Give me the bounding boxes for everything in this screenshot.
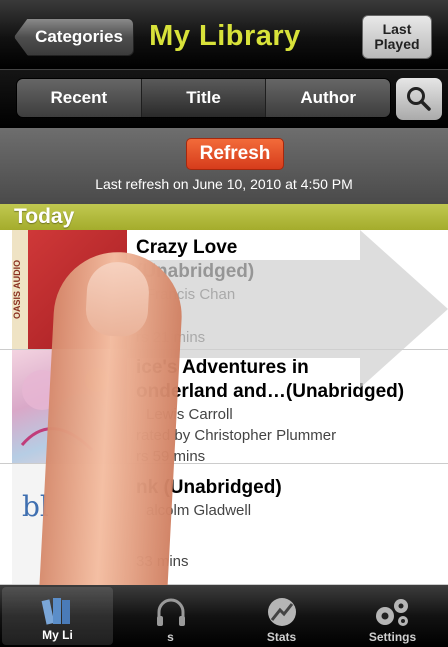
last-refresh-status: Last refresh on June 10, 2010 at 4:50 PM [95,176,353,192]
search-icon [407,87,431,111]
book-info: Crazy Love (Unabridged) Francis Chan rs … [136,236,446,348]
books-icon [41,598,70,625]
navigation-bar: Categories My Library Last Played [0,0,448,70]
segment-recent[interactable]: Recent [17,79,142,117]
cover-title-text: bl [22,490,49,523]
book-title-line2: (Unabridged) [136,261,255,282]
book-info: ice's Adventures in onderland and…(Unabr… [136,356,446,467]
headphones-icon [156,598,185,626]
list-item[interactable]: bl nk (Unabridged) alcolm Gladwell 33 mi… [0,464,448,585]
list-item[interactable]: ice's Adventures in onderland and…(Unabr… [0,350,448,467]
tab-settings[interactable]: Settings [337,585,448,647]
tab-bar: My Li s Stats Settings [0,585,448,647]
segment-author[interactable]: Author [266,79,390,117]
gears-icon [375,599,408,626]
book-duration: rs 21 mins [136,329,206,346]
tab-my-library[interactable]: My Li [2,587,113,645]
search-button[interactable] [396,78,442,120]
book-cover [12,350,127,463]
book-list: OASIS AUDIO Crazy Love (Unabridged) Fran… [0,230,448,585]
refresh-button[interactable]: Refresh [186,138,284,170]
cover-spine-text: OASIS AUDIO [12,230,28,349]
tab-stats[interactable]: Stats [226,585,337,647]
book-cover: bl [12,464,127,584]
stats-icon [267,598,296,626]
last-played-button[interactable]: Last Played [362,15,432,59]
tab-downloads[interactable]: s [115,585,226,647]
book-author: Francis Chan [146,286,236,303]
tab-label: My Li [42,628,73,642]
segment-title[interactable]: Title [141,79,267,117]
refresh-panel: Refresh Last refresh on June 10, 2010 at… [0,128,448,204]
alice-illustration-icon [20,368,109,452]
book-cover: OASIS AUDIO [12,230,127,349]
book-duration: 33 mins [136,553,189,570]
book-narrator: rated by Christopher Plummer [136,427,337,444]
book-title-line2: onderland and…(Unabridged) [136,381,405,402]
sort-segmented-control: Recent Title Author [16,78,391,118]
book-author: Lewis Carroll [146,406,233,423]
tab-label: Stats [266,630,297,644]
list-item[interactable]: OASIS AUDIO Crazy Love (Unabridged) Fran… [0,230,448,350]
tab-label: s [167,630,174,644]
book-title: Crazy Love [136,237,238,258]
section-header-today: Today [0,204,448,230]
book-info: nk (Unabridged) alcolm Gladwell 33 mins [136,470,446,572]
categories-back-button[interactable]: Categories [14,18,134,56]
book-title: nk (Unabridged) [136,477,282,498]
book-title: ice's Adventures in [136,357,309,378]
tab-label: Settings [368,630,417,644]
page-title: My Library [149,20,301,52]
book-author: alcolm Gladwell [146,502,252,519]
sort-toolbar: Recent Title Author [0,70,448,128]
